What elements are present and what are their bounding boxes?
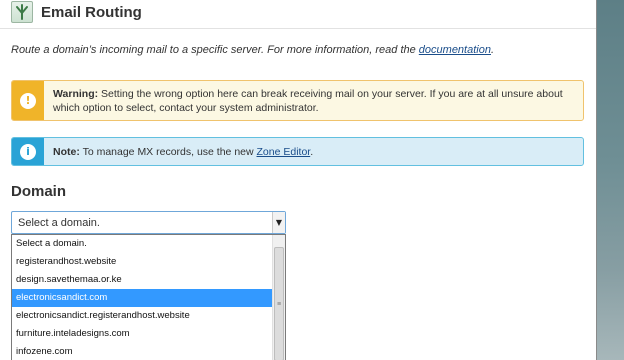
note-label: Note: bbox=[53, 146, 80, 158]
info-badge: i bbox=[12, 138, 44, 165]
note-message: Note: To manage MX records, use the new … bbox=[44, 138, 322, 165]
dropdown-scrollbar[interactable]: ≡ bbox=[272, 235, 285, 360]
warning-badge: ! bbox=[12, 81, 44, 120]
domain-select-value: Select a domain. bbox=[18, 216, 100, 229]
page: Email Routing Route a domain’s incoming … bbox=[0, 0, 624, 360]
documentation-link[interactable]: documentation bbox=[419, 44, 491, 56]
page-description: Route a domain’s incoming mail to a spec… bbox=[11, 44, 494, 56]
page-title: Email Routing bbox=[41, 3, 142, 21]
description-suffix: . bbox=[490, 44, 495, 56]
domain-option[interactable]: registerandhost.website bbox=[12, 253, 272, 271]
warning-text: Setting the wrong option here can break … bbox=[53, 88, 563, 114]
domain-heading: Domain bbox=[11, 183, 67, 200]
domain-option[interactable]: furniture.inteladesigns.com bbox=[12, 325, 272, 343]
chevron-down-icon[interactable]: ▼ bbox=[272, 212, 285, 233]
domain-dropdown: Select a domain. registerandhost.website… bbox=[11, 234, 286, 360]
scrollbar-thumb[interactable]: ≡ bbox=[274, 247, 284, 360]
domain-option[interactable]: electronicsandict.com bbox=[12, 289, 272, 307]
domain-option[interactable]: electronicsandict.registerandhost.websit… bbox=[12, 307, 272, 325]
domain-option[interactable]: infozene.com bbox=[12, 343, 272, 360]
warning-alert: ! Warning: Setting the wrong option here… bbox=[11, 80, 584, 121]
email-routing-icon bbox=[11, 1, 33, 23]
exclamation-icon: ! bbox=[20, 92, 36, 109]
warning-message: Warning: Setting the wrong option here c… bbox=[44, 81, 583, 120]
info-icon: i bbox=[20, 143, 36, 160]
warning-label: Warning: bbox=[53, 88, 99, 100]
window-edge bbox=[597, 0, 624, 360]
domain-option[interactable]: Select a domain. bbox=[12, 235, 272, 253]
header-divider bbox=[0, 28, 596, 29]
domain-select[interactable]: Select a domain. ▼ bbox=[11, 211, 286, 234]
note-alert: i Note: To manage MX records, use the ne… bbox=[11, 137, 584, 166]
zone-editor-link[interactable]: Zone Editor bbox=[257, 146, 311, 158]
domain-option-list: Select a domain. registerandhost.website… bbox=[12, 235, 272, 360]
domain-option[interactable]: design.savethemaa.or.ke bbox=[12, 271, 272, 289]
description-text: Route a domain’s incoming mail to a spec… bbox=[11, 44, 419, 56]
note-text: To manage MX records, use the new bbox=[79, 146, 257, 158]
note-suffix: . bbox=[310, 146, 314, 158]
page-header: Email Routing bbox=[11, 0, 142, 24]
